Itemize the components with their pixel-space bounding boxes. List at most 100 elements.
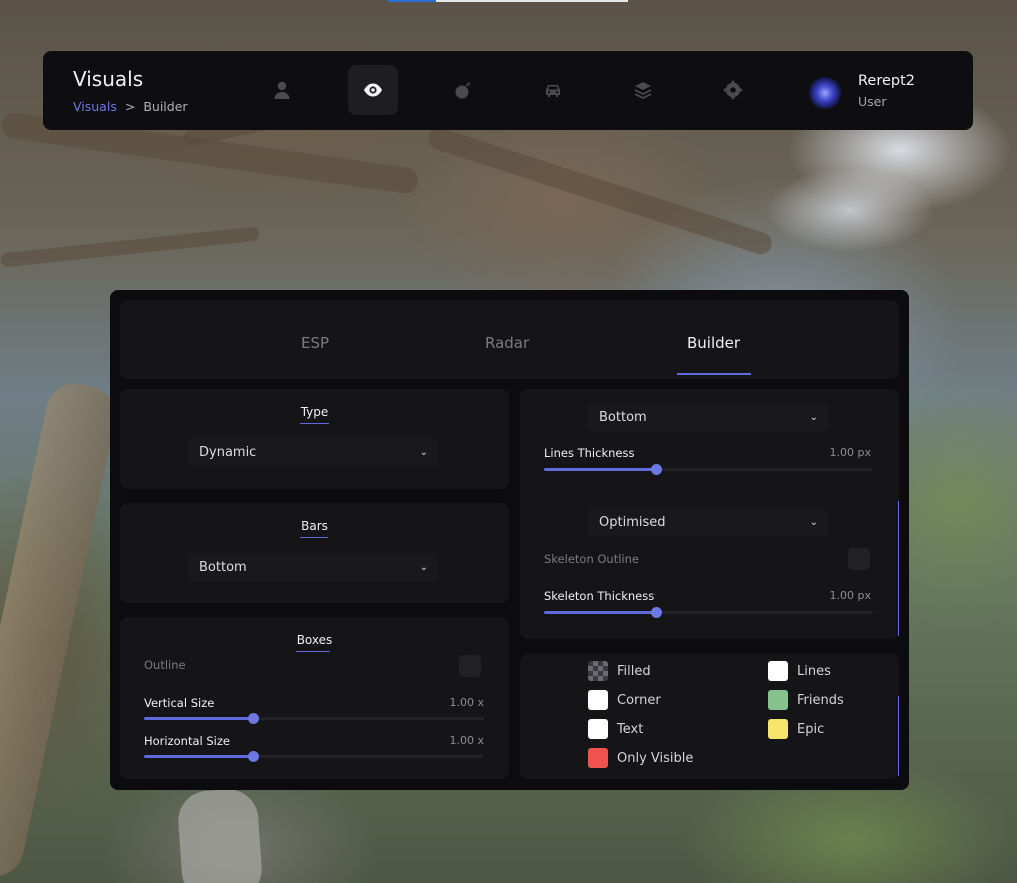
chevron-down-icon: ⌄	[419, 562, 428, 573]
lines-skeleton-section: Bottom ⌄ Lines Thickness 1.00 px Optimis…	[520, 389, 899, 639]
nav-vehicle-button[interactable]	[528, 65, 578, 115]
bars-dropdown-value: Bottom	[199, 560, 247, 575]
header-bar: Visuals Visuals > Builder Rerept2 User	[43, 51, 973, 130]
color-label: Friends	[797, 692, 844, 708]
colors-section: Filled Lines Corner Friends Text Epic On…	[520, 654, 899, 779]
vertical-size-label: Vertical Size	[144, 696, 215, 710]
color-option-lines[interactable]: Lines	[768, 661, 831, 681]
breadcrumb-current: Builder	[143, 99, 188, 114]
chevron-down-icon: ⌄	[419, 447, 428, 458]
lines-dropdown-value: Bottom	[599, 410, 647, 425]
layers-icon	[634, 82, 652, 100]
tab-esp[interactable]: ESP	[301, 334, 329, 352]
lines-thickness-label: Lines Thickness	[544, 446, 635, 460]
only-visible-color-swatch[interactable]	[588, 748, 608, 768]
skeleton-outline-checkbox[interactable]	[848, 548, 870, 570]
color-label: Filled	[617, 663, 651, 679]
color-label: Only Visible	[617, 750, 694, 766]
page-title: Visuals	[73, 67, 144, 91]
type-dropdown-value: Dynamic	[199, 445, 257, 460]
color-option-filled[interactable]: Filled	[588, 661, 651, 681]
slider-handle[interactable]	[650, 464, 662, 475]
color-option-text[interactable]: Text	[588, 719, 643, 739]
horizontal-size-label: Horizontal Size	[144, 734, 230, 748]
user-icon	[274, 81, 290, 99]
horizontal-size-slider[interactable]	[144, 751, 484, 762]
corner-color-swatch[interactable]	[588, 690, 608, 710]
epic-color-swatch[interactable]	[768, 719, 788, 739]
tab-builder[interactable]: Builder	[687, 334, 740, 352]
active-tab-indicator	[677, 373, 751, 375]
color-option-friends[interactable]: Friends	[768, 690, 844, 710]
slider-fill	[544, 468, 656, 471]
gear-icon	[723, 80, 743, 100]
bars-section-title: Bars	[301, 519, 328, 533]
boxes-section: Boxes Outline Vertical Size 1.00 x Horiz…	[120, 617, 509, 779]
chevron-down-icon: ⌄	[809, 517, 818, 528]
boxes-outline-label: Outline	[144, 658, 186, 672]
slider-handle[interactable]	[247, 713, 259, 724]
bars-section: Bars Bottom ⌄	[120, 503, 509, 603]
friends-color-swatch[interactable]	[768, 690, 788, 710]
scrollbar[interactable]	[898, 501, 899, 636]
section-title-underline	[300, 423, 329, 424]
boxes-outline-checkbox[interactable]	[459, 655, 481, 677]
color-option-corner[interactable]: Corner	[588, 690, 661, 710]
car-icon	[546, 85, 560, 97]
breadcrumb-visuals-link[interactable]: Visuals	[73, 99, 117, 114]
tree-branch	[0, 226, 261, 268]
user-profile[interactable]: Rerept2 User	[809, 73, 959, 109]
vertical-size-slider[interactable]	[144, 713, 484, 724]
user-name: Rerept2	[858, 73, 916, 89]
builder-panel: ESP Radar Builder Type Dynamic ⌄ Bars Bo…	[110, 290, 909, 790]
color-label: Lines	[797, 663, 831, 679]
skeleton-dropdown-value: Optimised	[599, 515, 666, 530]
nav-visuals-button[interactable]	[348, 65, 398, 115]
breadcrumb: Visuals > Builder	[73, 99, 188, 114]
section-title-underline	[300, 537, 328, 538]
color-option-epic[interactable]: Epic	[768, 719, 824, 739]
nav-weapons-button[interactable]	[438, 65, 488, 115]
bomb-icon	[455, 82, 471, 99]
vertical-size-value: 1.00 x	[449, 696, 485, 709]
building-column	[176, 787, 264, 883]
slider-handle[interactable]	[650, 607, 662, 618]
color-label: Epic	[797, 721, 825, 737]
tab-radar[interactable]: Radar	[485, 334, 529, 352]
horizontal-size-value: 1.00 x	[449, 734, 485, 747]
text-color-swatch[interactable]	[588, 719, 608, 739]
chevron-down-icon: ⌄	[809, 412, 818, 423]
filled-color-swatch[interactable]	[588, 661, 608, 681]
color-option-only-visible[interactable]: Only Visible	[588, 748, 693, 768]
top-progress-bar	[436, 0, 628, 2]
avatar	[809, 77, 841, 109]
bars-dropdown[interactable]: Bottom ⌄	[188, 553, 438, 582]
eye-icon	[364, 83, 382, 97]
slider-handle[interactable]	[247, 751, 259, 762]
slider-fill	[144, 717, 253, 720]
slider-fill	[544, 611, 656, 614]
skeleton-thickness-slider[interactable]	[544, 607, 873, 618]
skeleton-outline-label: Skeleton Outline	[544, 552, 639, 566]
nav-player-button[interactable]	[257, 65, 307, 115]
lines-color-swatch[interactable]	[768, 661, 788, 681]
top-accent-bar	[388, 0, 436, 2]
type-dropdown[interactable]: Dynamic ⌄	[188, 438, 438, 467]
breadcrumb-separator: >	[124, 99, 136, 114]
boxes-section-title: Boxes	[296, 633, 333, 647]
scrollbar[interactable]	[898, 696, 899, 776]
color-label: Text	[617, 721, 644, 737]
palm-trunk	[0, 378, 122, 882]
section-title-underline	[296, 651, 330, 652]
nav-settings-button[interactable]	[708, 65, 758, 115]
tab-bar: ESP Radar Builder	[120, 300, 899, 379]
user-role: User	[858, 94, 887, 109]
lines-thickness-slider[interactable]	[544, 464, 873, 475]
lines-thickness-value: 1.00 px	[829, 446, 871, 459]
skeleton-thickness-label: Skeleton Thickness	[544, 589, 655, 603]
skeleton-mode-dropdown[interactable]: Optimised ⌄	[588, 508, 828, 537]
color-label: Corner	[617, 692, 661, 708]
type-section: Type Dynamic ⌄	[120, 389, 509, 489]
lines-position-dropdown[interactable]: Bottom ⌄	[588, 403, 828, 432]
nav-misc-button[interactable]	[618, 65, 668, 115]
